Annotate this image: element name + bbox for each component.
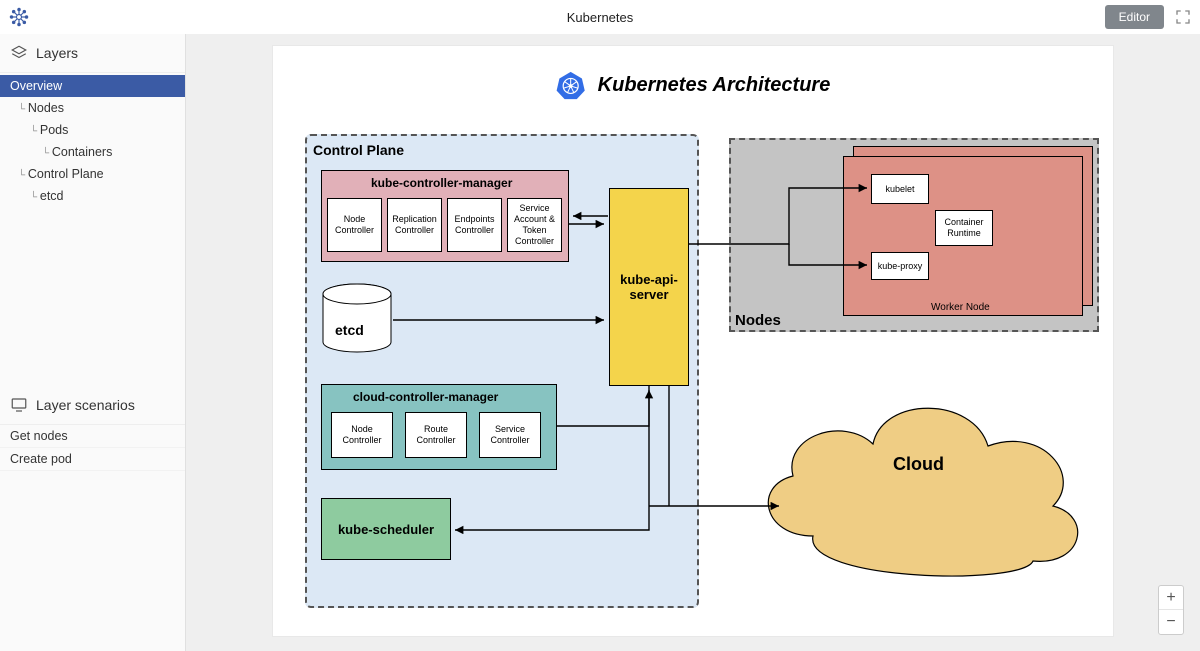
tree-item-control-plane[interactable]: Control Plane [0,163,185,185]
tree-item-etcd[interactable]: etcd [0,185,185,207]
layers-tree: Overview Nodes Pods Containers Control P… [0,73,185,209]
diagram-title-text: Kubernetes Architecture [598,74,831,97]
tree-item-overview[interactable]: Overview [0,75,185,97]
scenario-get-nodes[interactable]: Get nodes [0,425,185,448]
page-title: Kubernetes [567,10,634,25]
kcm-service-account-controller: Service Account & Token Controller [507,198,562,252]
ccm-node-controller: Node Controller [331,412,393,458]
zoom-in-button[interactable]: + [1159,586,1183,610]
kube-proxy-box: kube-proxy [871,252,929,280]
tree-item-containers[interactable]: Containers [0,141,185,163]
kcm-endpoints-controller: Endpoints Controller [447,198,502,252]
kubernetes-logo-icon [556,70,586,100]
topbar: Kubernetes Editor [0,0,1200,34]
diagram-canvas: Kubernetes Architecture Control Plane ku… [273,46,1113,636]
monitor-icon [10,396,28,414]
ccm-route-controller: Route Controller [405,412,467,458]
zoom-controls: + − [1158,585,1184,635]
diagram-title: Kubernetes Architecture [556,70,831,100]
zoom-out-button[interactable]: − [1159,610,1183,634]
kube-api-server-box: kube-api-server [609,188,689,386]
cloud-label: Cloud [893,454,944,475]
layers-icon [10,44,28,62]
kcm-label: kube-controller-manager [371,176,512,190]
layers-header: Layers [0,34,185,73]
app-logo-icon [8,6,30,28]
kube-scheduler-box: kube-scheduler [321,498,451,560]
control-plane-label: Control Plane [313,142,404,158]
canvas-area[interactable]: Kubernetes Architecture Control Plane ku… [186,34,1200,651]
scenarios-header: Layer scenarios [0,386,185,425]
kube-api-server-label: kube-api-server [610,272,688,302]
sidebar: Layers Overview Nodes Pods Containers Co… [0,34,186,651]
tree-item-nodes[interactable]: Nodes [0,97,185,119]
kcm-node-controller: Node Controller [327,198,382,252]
kcm-replication-controller: Replication Controller [387,198,442,252]
ccm-service-controller: Service Controller [479,412,541,458]
editor-button[interactable]: Editor [1105,5,1164,29]
cloud-shape-icon [743,366,1093,586]
layers-header-label: Layers [36,45,78,61]
scenarios-header-label: Layer scenarios [36,397,135,413]
nodes-label: Nodes [735,312,781,329]
scenario-create-pod[interactable]: Create pod [0,448,185,471]
ccm-label: cloud-controller-manager [353,390,498,404]
fullscreen-icon[interactable] [1174,8,1192,26]
tree-item-pods[interactable]: Pods [0,119,185,141]
etcd-label: etcd [335,322,364,338]
etcd-cylinder-icon [321,282,393,356]
kube-scheduler-label: kube-scheduler [338,522,434,537]
worker-node-label: Worker Node [931,302,990,313]
kubelet-box: kubelet [871,174,929,204]
container-runtime-box: Container Runtime [935,210,993,246]
